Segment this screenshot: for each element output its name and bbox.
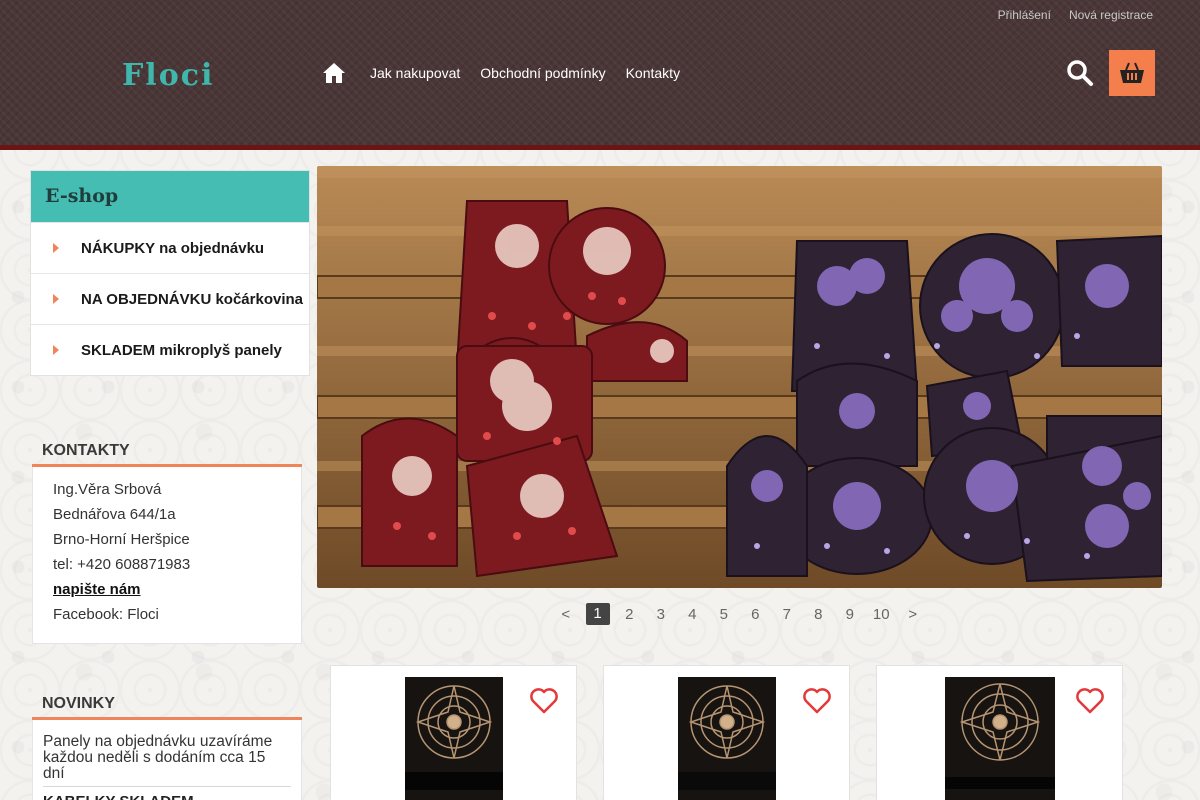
- eshop-item-label: NÁKUPKY na objednávku: [81, 239, 265, 257]
- eshop-item-label: NA OBJEDNÁVKU kočárkovina: [81, 290, 304, 308]
- basket-icon: [1120, 62, 1144, 83]
- product-card[interactable]: [330, 665, 577, 800]
- contacts-box: KONTAKTY Ing.Věra Srbová Bednářova 644/1…: [32, 442, 302, 644]
- product-image: [405, 677, 503, 800]
- caret-right-icon: [53, 243, 59, 253]
- pager-page-8[interactable]: 8: [803, 606, 835, 623]
- eshop-title: E-shop: [31, 171, 309, 222]
- pager-page-2[interactable]: 2: [614, 606, 646, 623]
- caret-right-icon: [53, 294, 59, 304]
- pager-page-4[interactable]: 4: [677, 606, 709, 623]
- main-nav: Jak nakupovat Obchodní podmínky Kontakty: [322, 62, 700, 84]
- heart-icon[interactable]: [530, 688, 558, 714]
- product-card[interactable]: [603, 665, 850, 800]
- news-box: NOVINKY Panely na objednávku uzavíráme k…: [32, 695, 302, 800]
- contact-city: Brno-Horní Heršpice: [53, 531, 190, 548]
- product-image: [678, 677, 776, 800]
- search-icon[interactable]: [1066, 58, 1094, 88]
- site-header: Přihlášení Nová registrace Floci Jak nak…: [0, 0, 1200, 150]
- nav-how-to-buy[interactable]: Jak nakupovat: [370, 65, 460, 81]
- nav-terms[interactable]: Obchodní podmínky: [480, 65, 605, 81]
- heart-icon[interactable]: [803, 688, 831, 714]
- pager-page-6[interactable]: 6: [740, 606, 772, 623]
- eshop-item-panely[interactable]: SKLADEM mikroplyš panely: [31, 324, 309, 375]
- login-link[interactable]: Přihlášení: [998, 8, 1051, 22]
- pager-page-3[interactable]: 3: [645, 606, 677, 623]
- contacts-body: Ing.Věra Srbová Bednářova 644/1a Brno-Ho…: [32, 467, 302, 644]
- contacts-title: KONTAKTY: [32, 442, 302, 467]
- hero-banner[interactable]: [317, 166, 1162, 588]
- account-links: Přihlášení Nová registrace: [998, 8, 1153, 22]
- pager-page-5[interactable]: 5: [708, 606, 740, 623]
- pager-page-10[interactable]: 10: [866, 606, 898, 623]
- banner-pager: < 1 2 3 4 5 6 7 8 9 10 >: [550, 603, 929, 625]
- pager-prev[interactable]: <: [550, 606, 582, 623]
- pager-page-9[interactable]: 9: [834, 606, 866, 623]
- pager-next[interactable]: >: [897, 606, 929, 623]
- eshop-item-label: SKLADEM mikroplyš panely: [81, 341, 282, 359]
- bags-photo: [317, 166, 1162, 588]
- site-logo[interactable]: Floci: [122, 58, 214, 93]
- news-body: Panely na objednávku uzavíráme každou ne…: [32, 720, 302, 800]
- news-item[interactable]: KABELKY SKLADEM: [43, 787, 291, 800]
- news-title: NOVINKY: [32, 695, 302, 720]
- news-item[interactable]: Panely na objednávku uzavíráme každou ne…: [43, 734, 291, 787]
- heart-icon[interactable]: [1076, 688, 1104, 714]
- contact-name: Ing.Věra Srbová: [53, 481, 162, 498]
- caret-right-icon: [53, 345, 59, 355]
- eshop-menu: E-shop NÁKUPKY na objednávku NA OBJEDNÁV…: [30, 170, 310, 376]
- home-icon[interactable]: [322, 62, 346, 84]
- contact-street: Bednářova 644/1a: [53, 506, 176, 523]
- product-card[interactable]: [876, 665, 1123, 800]
- cart-button[interactable]: [1109, 50, 1155, 96]
- contact-phone: tel: +420 608871983: [53, 556, 191, 573]
- pager-page-1[interactable]: 1: [585, 603, 610, 625]
- eshop-item-kocarkovina[interactable]: NA OBJEDNÁVKU kočárkovina: [31, 273, 309, 324]
- nav-contacts[interactable]: Kontakty: [626, 65, 680, 81]
- register-link[interactable]: Nová registrace: [1069, 8, 1153, 22]
- product-image: [945, 677, 1055, 800]
- contact-facebook[interactable]: Facebook: Floci: [53, 602, 281, 627]
- pager-page-7[interactable]: 7: [771, 606, 803, 623]
- write-us-link[interactable]: napište nám: [53, 577, 281, 602]
- eshop-item-nakupky[interactable]: NÁKUPKY na objednávku: [31, 222, 309, 273]
